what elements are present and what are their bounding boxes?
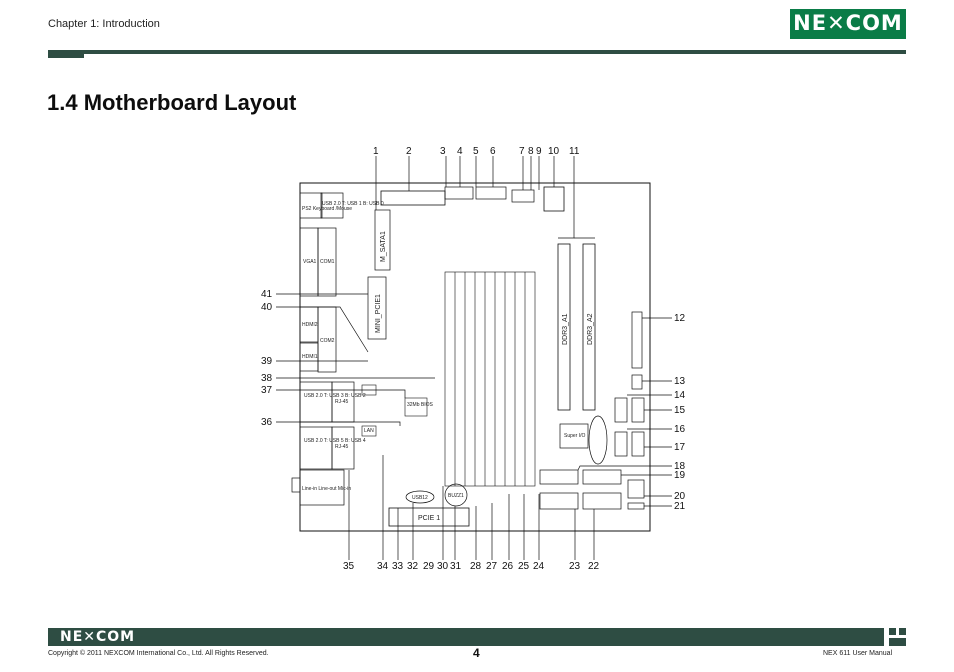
callout-15: 15 (674, 405, 686, 416)
callout-33: 33 (392, 561, 404, 572)
usb-mid-connector (299, 381, 333, 423)
usb12-label: USB12 (412, 495, 428, 501)
audio-label: Line-in Line-out Mic-in (302, 486, 351, 492)
callout-11: 11 (569, 146, 580, 157)
page-number: 4 (473, 646, 480, 660)
callout-38: 38 (261, 373, 273, 384)
lan-label: LAN (364, 428, 374, 434)
fan-header-b (475, 186, 507, 200)
leader-lines (276, 156, 672, 560)
callout-14: 14 (674, 390, 686, 401)
callout-5: 5 (473, 146, 479, 157)
motherboard-diagram: PS2 Keyboard /Mouse USB 2.0 T: USB 1 B: … (261, 146, 686, 572)
callout-41: 41 (261, 289, 273, 300)
footer-nexcom-logo: NE✕COM (60, 629, 136, 645)
pcie-label: PCIE 1 (418, 515, 440, 522)
copyright-text: Copyright © 2011 NEXCOM International Co… (48, 650, 269, 657)
callout-25: 25 (518, 561, 530, 572)
callout-35: 35 (343, 561, 355, 572)
header-19 (582, 469, 622, 485)
callout-13: 13 (674, 376, 686, 387)
callout-24: 24 (533, 561, 545, 572)
header-21 (627, 502, 645, 510)
usb-top-label: USB 2.0 T: USB 1 B: USB 0 (322, 201, 384, 207)
callout-30: 30 (437, 561, 449, 572)
hdmi1-label: HDMI1 (302, 354, 318, 360)
callout-27: 27 (486, 561, 498, 572)
sata-17 (631, 431, 645, 457)
callout-19: 19 (674, 470, 686, 481)
super-io-label: Super I/O (564, 433, 586, 439)
battery (588, 415, 608, 465)
rj45-2-label: RJ-45 (335, 444, 349, 450)
mini-pcie-label: MINI_PCIE1 (375, 294, 382, 333)
sata-15 (631, 397, 645, 423)
callout-17: 17 (674, 442, 686, 453)
header-18 (539, 469, 579, 485)
audio-tab (291, 477, 301, 493)
header-20 (627, 479, 645, 499)
bios-label: 32Mb BIOS (407, 402, 434, 408)
callout-1: 1 (373, 146, 379, 157)
top-edge-connector (380, 190, 446, 206)
callout-36: 36 (261, 417, 273, 428)
callout-31: 31 (450, 561, 462, 572)
callout-21: 21 (674, 501, 686, 512)
callout-6: 6 (490, 146, 496, 157)
callout-3: 3 (440, 146, 446, 157)
callout-7: 7 (519, 146, 525, 157)
callout-26: 26 (502, 561, 514, 572)
sata-16 (614, 431, 628, 457)
header-13 (631, 374, 643, 390)
com1-label: COM1 (320, 259, 335, 265)
callout-23: 23 (569, 561, 581, 572)
callout-8: 8 (528, 146, 534, 157)
callout-29: 29 (423, 561, 435, 572)
manual-title: NEX 611 User Manual (823, 650, 893, 657)
power-connector (543, 186, 565, 212)
callout-40: 40 (261, 302, 273, 313)
cpu-heatsink (444, 271, 536, 487)
rj45-1-label: RJ-45 (335, 399, 349, 405)
callout-2: 2 (406, 146, 412, 157)
com2-label: COM2 (320, 338, 335, 344)
ddr3-a2-label: DDR3_A2 (587, 313, 594, 345)
callout-32: 32 (407, 561, 419, 572)
msata-label: M_SATA1 (380, 231, 387, 262)
callout-10: 10 (548, 146, 560, 157)
buzzer-label: BUZZ1 (448, 493, 464, 499)
fan-header-a (444, 186, 474, 200)
callout-4: 4 (457, 146, 463, 157)
vga-label: VGA1 (303, 259, 317, 265)
callout-16: 16 (674, 424, 686, 435)
header-12 (631, 311, 643, 369)
header-23 (539, 492, 579, 510)
usb-bot-connector (299, 426, 333, 470)
footer-bar (48, 628, 884, 646)
callout-12: 12 (674, 313, 686, 324)
callout-39: 39 (261, 356, 273, 367)
hdmi2-label: HDMI2 (302, 322, 318, 328)
callout-34: 34 (377, 561, 389, 572)
footer-corner-mark (889, 628, 906, 646)
callout-37: 37 (261, 385, 273, 396)
header-22 (582, 492, 622, 510)
callout-9: 9 (536, 146, 542, 157)
callout-22: 22 (588, 561, 600, 572)
atx-12v-header (511, 189, 535, 203)
callout-28: 28 (470, 561, 482, 572)
sata-14 (614, 397, 628, 423)
ddr3-a1-label: DDR3_A1 (562, 313, 569, 345)
